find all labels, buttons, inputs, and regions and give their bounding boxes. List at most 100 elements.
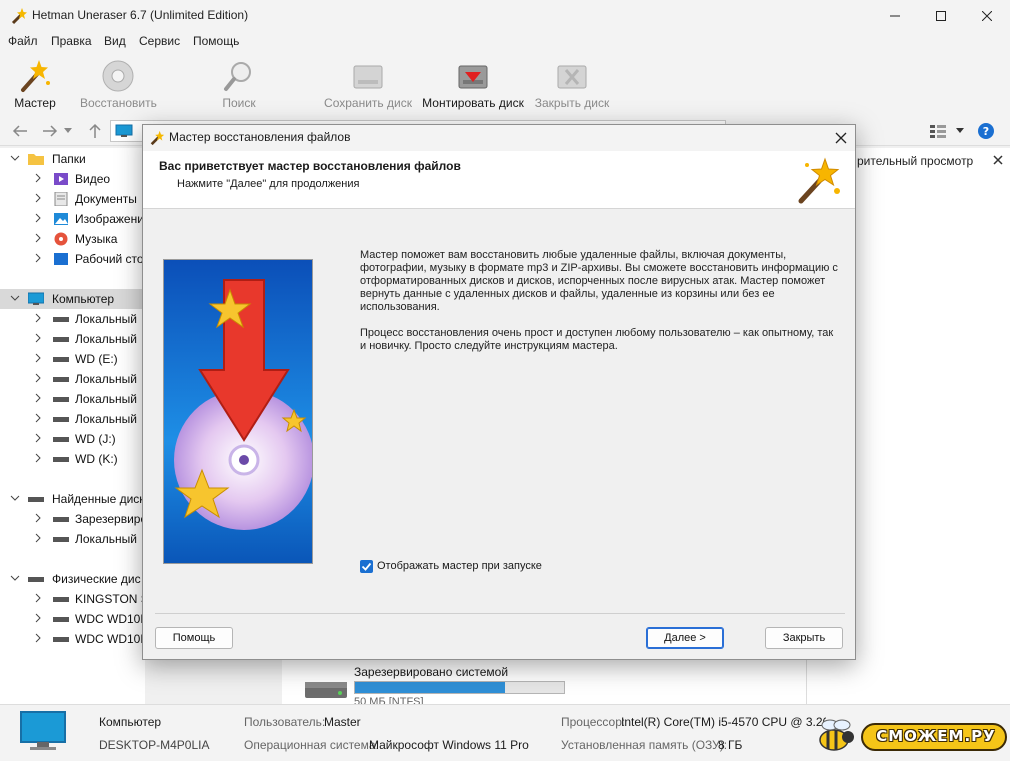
menu-view[interactable]: Вид bbox=[104, 34, 126, 48]
chevron-right-icon[interactable] bbox=[33, 433, 43, 443]
history-dropdown-icon[interactable] bbox=[64, 128, 72, 134]
status-cpu-value: Intel(R) Core(TM) i5-4570 CPU @ 3.20GHz bbox=[621, 715, 826, 729]
window-title: Hetman Uneraser 6.7 (Unlimited Edition) bbox=[32, 8, 249, 22]
video-folder-icon bbox=[54, 173, 68, 185]
close-window-button[interactable] bbox=[964, 0, 1010, 32]
tree-label: Рабочий сто bbox=[75, 252, 144, 266]
checkbox-checked[interactable] bbox=[360, 560, 373, 573]
mount-disk-label: Монтировать диск bbox=[422, 96, 524, 110]
search-button[interactable]: Поиск bbox=[215, 56, 263, 114]
chevron-down-icon[interactable] bbox=[10, 493, 20, 503]
drive-icon bbox=[28, 497, 44, 502]
menu-help[interactable]: Помощь bbox=[193, 34, 239, 48]
chevron-right-icon[interactable] bbox=[33, 393, 43, 403]
tree-item-drive[interactable]: WD (E:) bbox=[0, 349, 145, 369]
tree-label: Локальный bbox=[75, 312, 137, 326]
chevron-right-icon[interactable] bbox=[33, 313, 43, 323]
tree-item-drive[interactable]: Локальный bbox=[0, 529, 145, 549]
chevron-right-icon[interactable] bbox=[33, 333, 43, 343]
restore-button[interactable]: Восстановить bbox=[80, 56, 157, 114]
chevron-right-icon[interactable] bbox=[33, 413, 43, 423]
close-disk-button[interactable]: Закрыть диск bbox=[533, 56, 611, 114]
back-arrow-icon[interactable] bbox=[12, 124, 28, 138]
chevron-down-icon[interactable] bbox=[10, 293, 20, 303]
tree-item-drive[interactable]: Локальный bbox=[0, 409, 145, 429]
music-folder-icon bbox=[54, 232, 68, 246]
drive-icon bbox=[53, 457, 69, 462]
tree-item-folders[interactable]: Папки bbox=[0, 149, 145, 169]
close-preview-icon[interactable] bbox=[993, 155, 1003, 165]
save-disk-button[interactable]: Сохранить диск bbox=[322, 56, 414, 114]
mount-disk-icon bbox=[458, 65, 488, 89]
toolbar: Мастер Восстановить Поиск Сохранить диск… bbox=[0, 52, 1010, 116]
folder-icon bbox=[28, 154, 44, 165]
help-button[interactable]: Помощь bbox=[155, 627, 233, 649]
computer-icon bbox=[28, 292, 44, 305]
tree-label: WD (K:) bbox=[75, 452, 118, 466]
status-user-value: Master bbox=[324, 715, 361, 729]
dialog-separator bbox=[155, 613, 845, 614]
maximize-button[interactable] bbox=[918, 0, 964, 32]
chevron-right-icon[interactable] bbox=[33, 193, 43, 203]
tree-item-drive[interactable]: Зарезервиро bbox=[0, 509, 145, 529]
forward-arrow-icon[interactable] bbox=[42, 124, 58, 138]
chevron-right-icon[interactable] bbox=[33, 613, 43, 623]
tree-item-computer[interactable]: Компьютер bbox=[0, 289, 145, 309]
drive-icon bbox=[53, 357, 69, 362]
close-button[interactable]: Закрыть bbox=[765, 627, 843, 649]
file-view: Зарезервировано системой 50 МБ [NTFS] bbox=[282, 660, 806, 704]
tree-item-drive[interactable]: WD (J:) bbox=[0, 429, 145, 449]
tree-item-drive[interactable]: WDC WD10E bbox=[0, 609, 145, 629]
tree-item-drive[interactable]: WD (K:) bbox=[0, 449, 145, 469]
menu-file[interactable]: Файл bbox=[8, 34, 38, 48]
tree-label: Локальный bbox=[75, 392, 137, 406]
disk-name[interactable]: Зарезервировано системой bbox=[354, 665, 508, 679]
tree-label: Локальный bbox=[75, 372, 137, 386]
tree-item-drive[interactable]: Локальный bbox=[0, 389, 145, 409]
tree-item-desktop[interactable]: Рабочий сто bbox=[0, 249, 145, 269]
drive-icon bbox=[53, 597, 69, 602]
chevron-right-icon[interactable] bbox=[33, 233, 43, 243]
tree-item-drive[interactable]: KINGSTON S bbox=[0, 589, 145, 609]
next-button[interactable]: Далее > bbox=[646, 627, 724, 649]
tree-item-found-disks[interactable]: Найденные диск bbox=[0, 489, 145, 509]
menu-edit[interactable]: Правка bbox=[51, 34, 92, 48]
restore-disc-icon bbox=[102, 60, 134, 92]
chevron-right-icon[interactable] bbox=[33, 513, 43, 523]
tree-item-physical-disks[interactable]: Физические дис bbox=[0, 569, 145, 589]
minimize-button[interactable] bbox=[872, 0, 918, 32]
chevron-down-icon[interactable] bbox=[10, 573, 20, 583]
chevron-right-icon[interactable] bbox=[33, 593, 43, 603]
drive-icon bbox=[53, 317, 69, 322]
close-dialog-icon[interactable] bbox=[835, 132, 847, 144]
tree-item-video[interactable]: Видео bbox=[0, 169, 145, 189]
chevron-right-icon[interactable] bbox=[33, 533, 43, 543]
tree-item-music[interactable]: Музыка bbox=[0, 229, 145, 249]
pictures-folder-icon bbox=[54, 213, 68, 225]
chevron-right-icon[interactable] bbox=[33, 633, 43, 643]
chevron-right-icon[interactable] bbox=[33, 353, 43, 363]
tree-item-pictures[interactable]: Изображени bbox=[0, 209, 145, 229]
watermark-logo: СМОЖЕМ.РУ bbox=[808, 712, 1008, 758]
up-arrow-icon[interactable] bbox=[88, 123, 102, 139]
tree-item-drive[interactable]: Локальный bbox=[0, 309, 145, 329]
chevron-right-icon[interactable] bbox=[33, 373, 43, 383]
help-icon[interactable]: ? bbox=[977, 122, 995, 140]
chevron-right-icon[interactable] bbox=[33, 453, 43, 463]
chevron-down-icon[interactable] bbox=[10, 153, 20, 163]
wizard-button[interactable]: Мастер bbox=[10, 56, 60, 114]
tree-item-drive[interactable]: Локальный bbox=[0, 329, 145, 349]
tree-item-drive[interactable]: WDC WD10E bbox=[0, 629, 145, 649]
menu-tools[interactable]: Сервис bbox=[139, 34, 180, 48]
chevron-right-icon[interactable] bbox=[33, 213, 43, 223]
tree-item-drive[interactable]: Локальный bbox=[0, 369, 145, 389]
tree-label: Видео bbox=[75, 172, 111, 186]
mount-disk-button[interactable]: Монтировать диск bbox=[420, 56, 526, 114]
chevron-right-icon[interactable] bbox=[33, 253, 43, 263]
chevron-right-icon[interactable] bbox=[33, 173, 43, 183]
app-wand-icon bbox=[150, 130, 165, 146]
tree-item-documents[interactable]: Документы bbox=[0, 189, 145, 209]
view-mode-icon[interactable] bbox=[930, 124, 946, 138]
view-dropdown-icon[interactable] bbox=[956, 128, 964, 134]
checkbox-label[interactable]: Отображать мастер при запуске bbox=[377, 560, 542, 572]
